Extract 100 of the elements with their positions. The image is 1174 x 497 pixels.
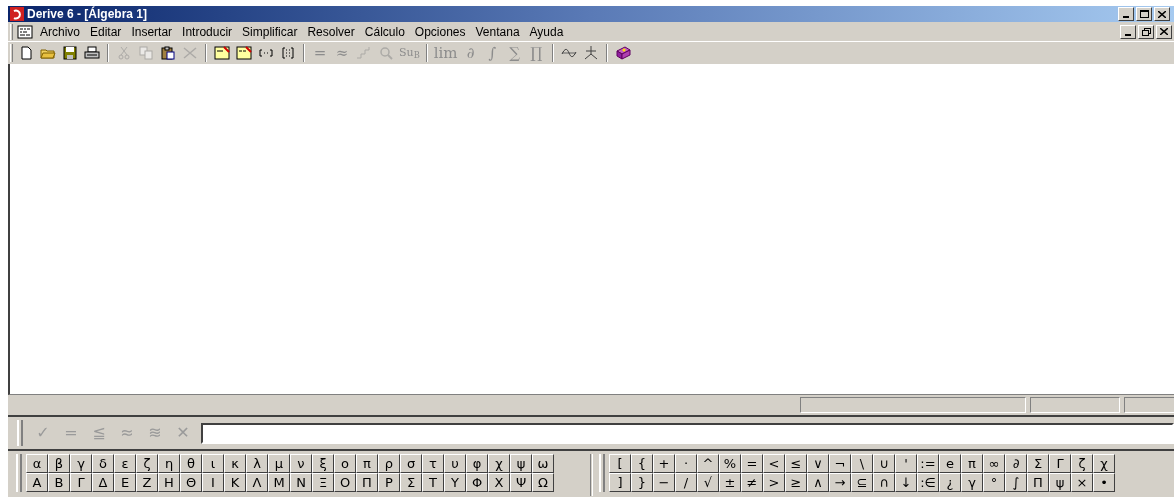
symbol-key[interactable]: ⊆ — [851, 473, 873, 492]
symbol-key[interactable]: ∫ — [1005, 473, 1027, 492]
symbol-key[interactable]: ∧ — [807, 473, 829, 492]
symbol-key[interactable]: γ — [70, 454, 92, 473]
symbol-key[interactable]: Σ — [400, 473, 422, 492]
expression-input-field[interactable] — [201, 422, 1174, 444]
symbol-key[interactable]: ¿ — [939, 473, 961, 492]
symbol-key[interactable]: ° — [983, 473, 1005, 492]
symbol-key[interactable]: Η — [158, 473, 180, 492]
close-button[interactable] — [1156, 24, 1172, 39]
symbol-key[interactable]: { — [631, 454, 653, 473]
grip-handle[interactable] — [10, 23, 13, 40]
symbol-key[interactable]: Π — [1027, 473, 1049, 492]
menu-item[interactable]: Cálculo — [359, 23, 410, 40]
menu-item[interactable]: Archivo — [35, 23, 85, 40]
symbol-key[interactable]: Α — [26, 473, 48, 492]
symbol-key[interactable]: Π — [356, 473, 378, 492]
symbol-key[interactable]: Υ — [444, 473, 466, 492]
symbol-key[interactable]: • — [1093, 473, 1115, 492]
menu-item[interactable]: Simplificar — [237, 23, 303, 40]
symbol-key[interactable]: π — [356, 454, 378, 473]
symbol-key[interactable]: θ — [180, 454, 202, 473]
symbol-key[interactable]: Μ — [268, 473, 290, 492]
symbol-key[interactable]: / — [675, 473, 697, 492]
symbol-key[interactable]: · — [675, 454, 697, 473]
symbol-key[interactable]: √ — [697, 473, 719, 492]
symbol-key[interactable]: → — [829, 473, 851, 492]
symbol-key[interactable]: ∪ — [873, 454, 895, 473]
menu-item[interactable]: Ayuda — [524, 23, 569, 40]
symbol-key[interactable]: Ε — [114, 473, 136, 492]
symbol-key[interactable]: Δ — [92, 473, 114, 492]
symbol-key[interactable]: ∂ — [1005, 454, 1027, 473]
symbol-key[interactable]: λ — [246, 454, 268, 473]
symbol-key[interactable]: Τ — [422, 473, 444, 492]
symbol-key[interactable]: × — [1071, 473, 1093, 492]
symbol-key[interactable]: ∞ — [983, 454, 1005, 473]
grip-handle[interactable] — [16, 454, 22, 492]
symbol-key[interactable]: χ — [488, 454, 510, 473]
symbol-key[interactable]: < — [763, 454, 785, 473]
symbol-key[interactable]: ε — [114, 454, 136, 473]
close-button[interactable] — [1154, 7, 1170, 21]
symbol-key[interactable]: α — [26, 454, 48, 473]
symbol-key[interactable]: ≥ — [785, 473, 807, 492]
symbol-key[interactable]: ψ — [1049, 473, 1071, 492]
menu-item[interactable]: Ventana — [470, 23, 525, 40]
grip-handle[interactable] — [17, 420, 23, 446]
minimize-button[interactable] — [1120, 24, 1136, 39]
symbol-key[interactable]: Ι — [202, 473, 224, 492]
symbol-key[interactable]: := — [917, 454, 939, 473]
symbol-key[interactable]: :∈ — [917, 473, 939, 492]
symbol-key[interactable]: ψ — [510, 454, 532, 473]
toolbar-button[interactable] — [233, 43, 255, 63]
symbol-key[interactable]: ω — [532, 454, 554, 473]
symbol-key[interactable]: Γ — [1049, 454, 1071, 473]
symbol-key[interactable]: Ρ — [378, 473, 400, 492]
symbol-key[interactable]: Ξ — [312, 473, 334, 492]
symbol-key[interactable]: \ — [851, 454, 873, 473]
symbol-key[interactable]: Β — [48, 473, 70, 492]
symbol-key[interactable]: κ — [224, 454, 246, 473]
symbol-key[interactable]: Χ — [488, 473, 510, 492]
symbol-key[interactable]: Κ — [224, 473, 246, 492]
symbol-key[interactable]: ≤ — [785, 454, 807, 473]
symbol-key[interactable]: μ — [268, 454, 290, 473]
symbol-key[interactable]: ' — [895, 454, 917, 473]
symbol-key[interactable]: ν — [290, 454, 312, 473]
symbol-key[interactable]: ^ — [697, 454, 719, 473]
toolbar-button[interactable] — [211, 43, 233, 63]
symbol-key[interactable]: > — [763, 473, 785, 492]
symbol-key[interactable]: ∨ — [807, 454, 829, 473]
symbol-key[interactable]: Θ — [180, 473, 202, 492]
symbol-key[interactable]: ι — [202, 454, 224, 473]
minimize-button[interactable] — [1118, 7, 1134, 21]
symbol-key[interactable]: ο — [334, 454, 356, 473]
symbol-key[interactable]: Φ — [466, 473, 488, 492]
symbol-key[interactable]: % — [719, 454, 741, 473]
symbol-key[interactable]: e — [939, 454, 961, 473]
symbol-key[interactable]: δ — [92, 454, 114, 473]
symbol-key[interactable]: ¬ — [829, 454, 851, 473]
symbol-key[interactable]: Λ — [246, 473, 268, 492]
symbol-key[interactable]: η — [158, 454, 180, 473]
symbol-key[interactable]: π — [961, 454, 983, 473]
symbol-key[interactable]: + — [653, 454, 675, 473]
symbol-key[interactable]: Σ — [1027, 454, 1049, 473]
symbol-key[interactable]: = — [741, 454, 763, 473]
menu-item[interactable]: Resolver — [302, 23, 360, 40]
symbol-key[interactable]: ] — [609, 473, 631, 492]
symbol-key[interactable]: τ — [422, 454, 444, 473]
symbol-key[interactable]: Ω — [532, 473, 554, 492]
symbol-key[interactable]: Ψ — [510, 473, 532, 492]
symbol-key[interactable]: Γ — [70, 473, 92, 492]
symbol-key[interactable]: ± — [719, 473, 741, 492]
symbol-key[interactable]: χ — [1093, 454, 1115, 473]
symbol-key[interactable]: Ο — [334, 473, 356, 492]
restore-button[interactable] — [1138, 24, 1154, 39]
grip-handle[interactable] — [599, 454, 605, 492]
symbol-key[interactable]: } — [631, 473, 653, 492]
symbol-key[interactable]: ≠ — [741, 473, 763, 492]
symbol-key[interactable]: [ — [609, 454, 631, 473]
symbol-key[interactable]: ζ — [1071, 454, 1093, 473]
symbol-key[interactable]: ξ — [312, 454, 334, 473]
